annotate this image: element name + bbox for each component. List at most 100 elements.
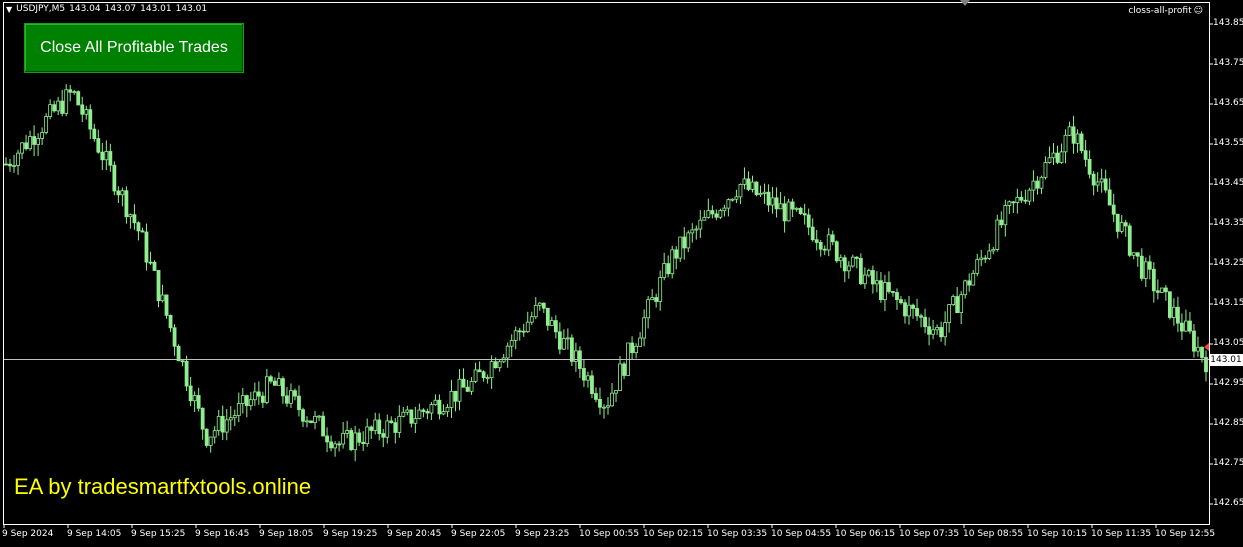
candle-body	[164, 294, 169, 316]
candle-body	[1007, 201, 1012, 206]
time-label: 10 Sep 10:15	[1027, 529, 1088, 539]
candle-body	[565, 337, 570, 340]
candle-body	[875, 280, 879, 285]
time-label: 9 Sep 15:25	[131, 529, 186, 539]
low-value: 143.01	[140, 4, 172, 14]
candle-body	[834, 241, 839, 262]
candle-body	[557, 331, 562, 350]
candle-body	[481, 371, 486, 379]
candle-body	[726, 199, 731, 209]
price-label: 142.85	[1213, 418, 1243, 428]
candle-body	[1051, 152, 1056, 159]
candle-body	[870, 270, 875, 285]
chart-area[interactable]: ▼ USDJPY,M5 143.04 143.07 143.01 143.01 clo…	[0, 0, 1243, 547]
candle-body	[862, 274, 867, 285]
candle-body	[846, 265, 851, 272]
candle-body	[1019, 196, 1024, 201]
candle-body	[192, 395, 197, 402]
candle-body	[1147, 261, 1152, 270]
candle-body	[429, 404, 434, 414]
time-label: 9 Sep 19:25	[323, 529, 378, 539]
candle-body	[437, 399, 442, 415]
candle-body	[1087, 158, 1092, 175]
candle-body	[770, 197, 775, 206]
dropdown-icon[interactable]: ▼	[6, 5, 12, 14]
candle-body	[1163, 287, 1168, 293]
candle-body	[240, 395, 245, 404]
candle-body	[216, 415, 221, 432]
price-label: 143.15	[1213, 298, 1243, 308]
candle-body	[1167, 291, 1172, 318]
candle-body	[634, 345, 639, 354]
candle-body	[1071, 126, 1076, 144]
candle-body	[674, 249, 679, 259]
candle-body	[754, 181, 759, 196]
candle-body	[220, 415, 225, 433]
candle-body	[782, 203, 787, 222]
candle-body	[670, 249, 675, 275]
candle-body	[650, 297, 655, 301]
candle-body	[301, 409, 305, 422]
candle-body	[883, 282, 887, 300]
candle-body	[445, 407, 450, 413]
candle-body	[88, 109, 93, 130]
candle-body	[798, 207, 803, 214]
candle-body	[586, 375, 590, 381]
time-label: 10 Sep 12:55	[1155, 529, 1216, 539]
candle-body	[678, 236, 683, 259]
candle-body	[140, 230, 145, 233]
candle-body	[529, 316, 534, 323]
price-chart[interactable]	[0, 0, 1243, 547]
time-label: 9 Sep 14:05	[67, 529, 122, 539]
candle-body	[923, 316, 927, 328]
candle-body	[927, 326, 931, 335]
candle-body	[228, 417, 233, 421]
candle-body	[911, 304, 915, 309]
candle-body	[465, 386, 470, 392]
candle-body	[907, 304, 911, 317]
candle-body	[196, 395, 201, 409]
candle-body	[943, 322, 948, 338]
price-label: 143.55	[1213, 138, 1243, 148]
candle-body	[762, 191, 767, 194]
time-label: 9 Sep 20:45	[387, 529, 442, 539]
candle-body	[333, 443, 337, 449]
candle-body	[345, 430, 350, 434]
candle-body	[156, 270, 161, 302]
candle-body	[790, 201, 795, 210]
candle-body	[858, 258, 863, 285]
candle-body	[1099, 178, 1104, 183]
close-all-profitable-trades-button[interactable]: Close All Profitable Trades	[24, 23, 244, 73]
candle-body	[891, 291, 895, 293]
candle-body	[212, 430, 217, 438]
chart-shift-marker[interactable]	[960, 0, 970, 6]
candle-body	[509, 340, 514, 347]
candle-body	[293, 390, 297, 397]
candle-body	[1039, 176, 1044, 189]
candle-body	[1043, 162, 1048, 178]
candle-body	[975, 259, 980, 274]
ohlc-values: 143.04 143.07 143.01 143.01	[69, 4, 211, 14]
candle-body	[385, 420, 390, 438]
candle-body	[313, 415, 317, 423]
candle-body	[802, 213, 807, 216]
candle-body	[1131, 252, 1136, 256]
candle-body	[694, 228, 699, 231]
candle-body	[473, 369, 478, 382]
candle-body	[610, 392, 614, 407]
time-label: 10 Sep 08:55	[963, 529, 1024, 539]
candle-body	[1063, 134, 1068, 153]
expert-advisor-label[interactable]: closs-all-profit ☺	[1128, 6, 1203, 16]
candle-body	[710, 210, 715, 215]
candle-body	[321, 415, 325, 437]
candle-body	[1103, 178, 1108, 191]
candle-body	[108, 151, 113, 166]
candle-body	[734, 196, 739, 200]
candle-body	[915, 308, 919, 317]
candle-body	[457, 378, 462, 402]
candle-body	[1180, 322, 1184, 332]
candle-body	[8, 163, 12, 167]
candle-body	[180, 360, 185, 363]
candle-body	[866, 270, 871, 276]
candle-body	[513, 330, 518, 341]
